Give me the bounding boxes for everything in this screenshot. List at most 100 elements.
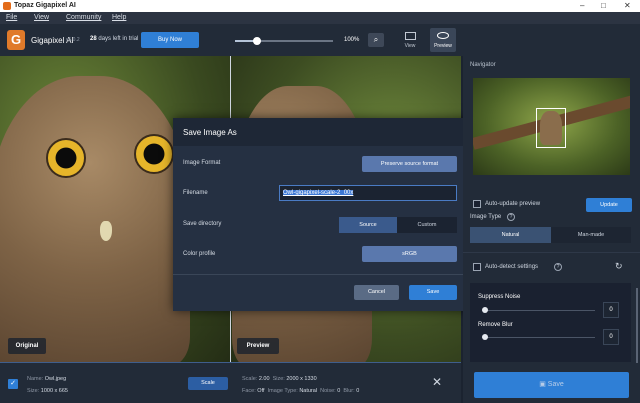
owl-beak: [100, 221, 112, 241]
buy-now-button[interactable]: Buy Now: [141, 32, 199, 48]
save-disk-icon: ▣: [539, 381, 548, 388]
remove-file-close-icon[interactable]: ✕: [432, 375, 442, 389]
remove-blur-value[interactable]: 0: [603, 329, 619, 345]
color-profile-button[interactable]: sRGB: [362, 246, 457, 262]
file-info-bar: ✓ Name: Owl.jpeg Size: 1000 x 665 Scale …: [0, 362, 461, 403]
image-type-label: Image Type: [470, 214, 502, 220]
zoom-slider[interactable]: [235, 37, 333, 45]
noise-value: 0: [337, 388, 341, 394]
size-label: Size:: [27, 388, 40, 394]
file-size: Size: 1000 x 665: [27, 388, 68, 394]
suppress-noise-handle[interactable]: [482, 307, 488, 313]
preview-label-overlay: Preview: [237, 338, 279, 354]
reset-icon[interactable]: ↻: [615, 261, 623, 272]
cancel-button[interactable]: Cancel: [354, 285, 399, 300]
zoom-slider-handle[interactable]: [253, 37, 261, 45]
view-label: View: [404, 43, 416, 49]
image-format-label: Image Format: [183, 160, 221, 166]
remove-blur-handle[interactable]: [482, 334, 488, 340]
face-label: Face:: [242, 388, 256, 394]
preview-button[interactable]: Preview: [430, 28, 456, 52]
info-icon[interactable]: ?: [507, 213, 515, 221]
split-view-icon: [404, 32, 416, 40]
close-window-icon[interactable]: ✕: [624, 1, 631, 10]
eye-icon: [437, 32, 449, 39]
auto-update-label: Auto-update preview: [485, 201, 541, 207]
blur-label: Blur:: [343, 388, 355, 394]
navigator-thumbnail[interactable]: [473, 78, 630, 175]
dialog-title: Save Image As: [183, 128, 237, 137]
panel-divider: [463, 252, 640, 253]
directory-source-option[interactable]: Source: [339, 217, 397, 233]
size-value: 1000 x 665: [40, 388, 68, 394]
maximize-icon[interactable]: □: [601, 1, 606, 10]
remove-blur-label: Remove Blur: [478, 322, 513, 328]
blur-value: 0: [356, 388, 360, 394]
owl-original: [0, 76, 190, 362]
version: v5.0.2: [66, 37, 80, 43]
original-label: Original: [8, 338, 46, 354]
menu-help[interactable]: Help: [112, 14, 126, 21]
navigator-viewport-box[interactable]: [536, 108, 566, 148]
directory-custom-option[interactable]: Custom: [397, 217, 457, 233]
dialog-divider: [173, 274, 472, 275]
update-button[interactable]: Update: [586, 198, 632, 212]
noise-label: Noise:: [320, 388, 336, 394]
filename-input[interactable]: Owl-gigapixel-scale-2_00x: [279, 185, 457, 201]
auto-detect-label: Auto-detect settings: [485, 264, 539, 270]
title-bar: Topaz Gigapixel AI – □ ✕: [0, 0, 640, 12]
zoom-value: 100%: [344, 37, 360, 43]
window-title: Topaz Gigapixel AI: [14, 2, 76, 9]
remove-blur-slider[interactable]: [482, 337, 595, 338]
gigapixel-logo-icon: G: [7, 30, 25, 50]
suppress-noise-value[interactable]: 0: [603, 302, 619, 318]
dialog-save-button[interactable]: Save: [409, 285, 457, 300]
image-type-info-label: Image Type:: [267, 388, 298, 394]
output-size-value: 2000 x 1330: [286, 376, 317, 382]
scale-value: 2.00: [258, 376, 270, 382]
output-settings: Face: Off Image Type: Natural Noise: 0 B…: [242, 388, 359, 394]
auto-detect-checkbox[interactable]: [473, 263, 481, 271]
output-scale: Scale: 2.00 Size: 2000 x 1330: [242, 376, 317, 382]
filename-selected-text: Owl-gigapixel-scale-2_00x: [283, 190, 354, 196]
preview-label: Preview: [434, 43, 452, 49]
settings-panel: Navigator Auto-update preview Update Ima…: [463, 56, 640, 403]
trial-text: days left in trial: [98, 36, 139, 42]
panel-scrollbar[interactable]: [636, 288, 638, 363]
suppress-noise-label: Suppress Noise: [478, 294, 521, 300]
menu-bar: File View Community Help: [0, 12, 640, 24]
navigator-label: Navigator: [470, 62, 496, 68]
save-directory-label: Save directory: [183, 221, 222, 227]
trial-status: 28 days left in trial: [90, 36, 138, 42]
save-label: Save: [547, 381, 564, 388]
image-type-natural[interactable]: Natural: [470, 227, 551, 243]
zoom-search-icon[interactable]: ⌕: [368, 33, 384, 47]
trial-days: 28: [90, 36, 97, 42]
scale-button[interactable]: Scale: [188, 377, 228, 390]
view-button[interactable]: View: [398, 28, 422, 52]
auto-update-checkbox[interactable]: [473, 200, 481, 208]
menu-file[interactable]: File: [6, 14, 17, 21]
color-profile-label: Color profile: [183, 251, 216, 257]
owl-eye-left: [46, 138, 86, 178]
menu-community[interactable]: Community: [66, 14, 101, 21]
app-icon: [3, 2, 11, 10]
suppress-noise-slider[interactable]: [482, 310, 595, 311]
file-select-checkbox[interactable]: ✓: [8, 379, 18, 389]
scale-label: Scale:: [242, 376, 258, 382]
file-name: Name: Owl.jpeg: [27, 376, 66, 382]
owl-eye-right: [134, 134, 174, 174]
image-type-manmade[interactable]: Man-made: [551, 227, 631, 243]
image-format-button[interactable]: Preserve source format: [362, 156, 457, 172]
filename-label: Filename: [183, 190, 208, 196]
name-label: Name:: [27, 376, 44, 382]
menu-view[interactable]: View: [34, 14, 49, 21]
toolbar: G Gigapixel AI v5.0.2 28 days left in tr…: [0, 24, 640, 56]
name-value: Owl.jpeg: [44, 376, 67, 382]
auto-detect-info-icon[interactable]: ?: [554, 263, 562, 271]
image-type-info-value: Natural: [299, 388, 318, 394]
minimize-icon[interactable]: –: [580, 1, 584, 10]
save-image-dialog: Save Image As Image Format Preserve sour…: [173, 118, 472, 311]
save-button[interactable]: ▣ Save: [474, 372, 629, 398]
face-value: Off: [257, 388, 265, 394]
